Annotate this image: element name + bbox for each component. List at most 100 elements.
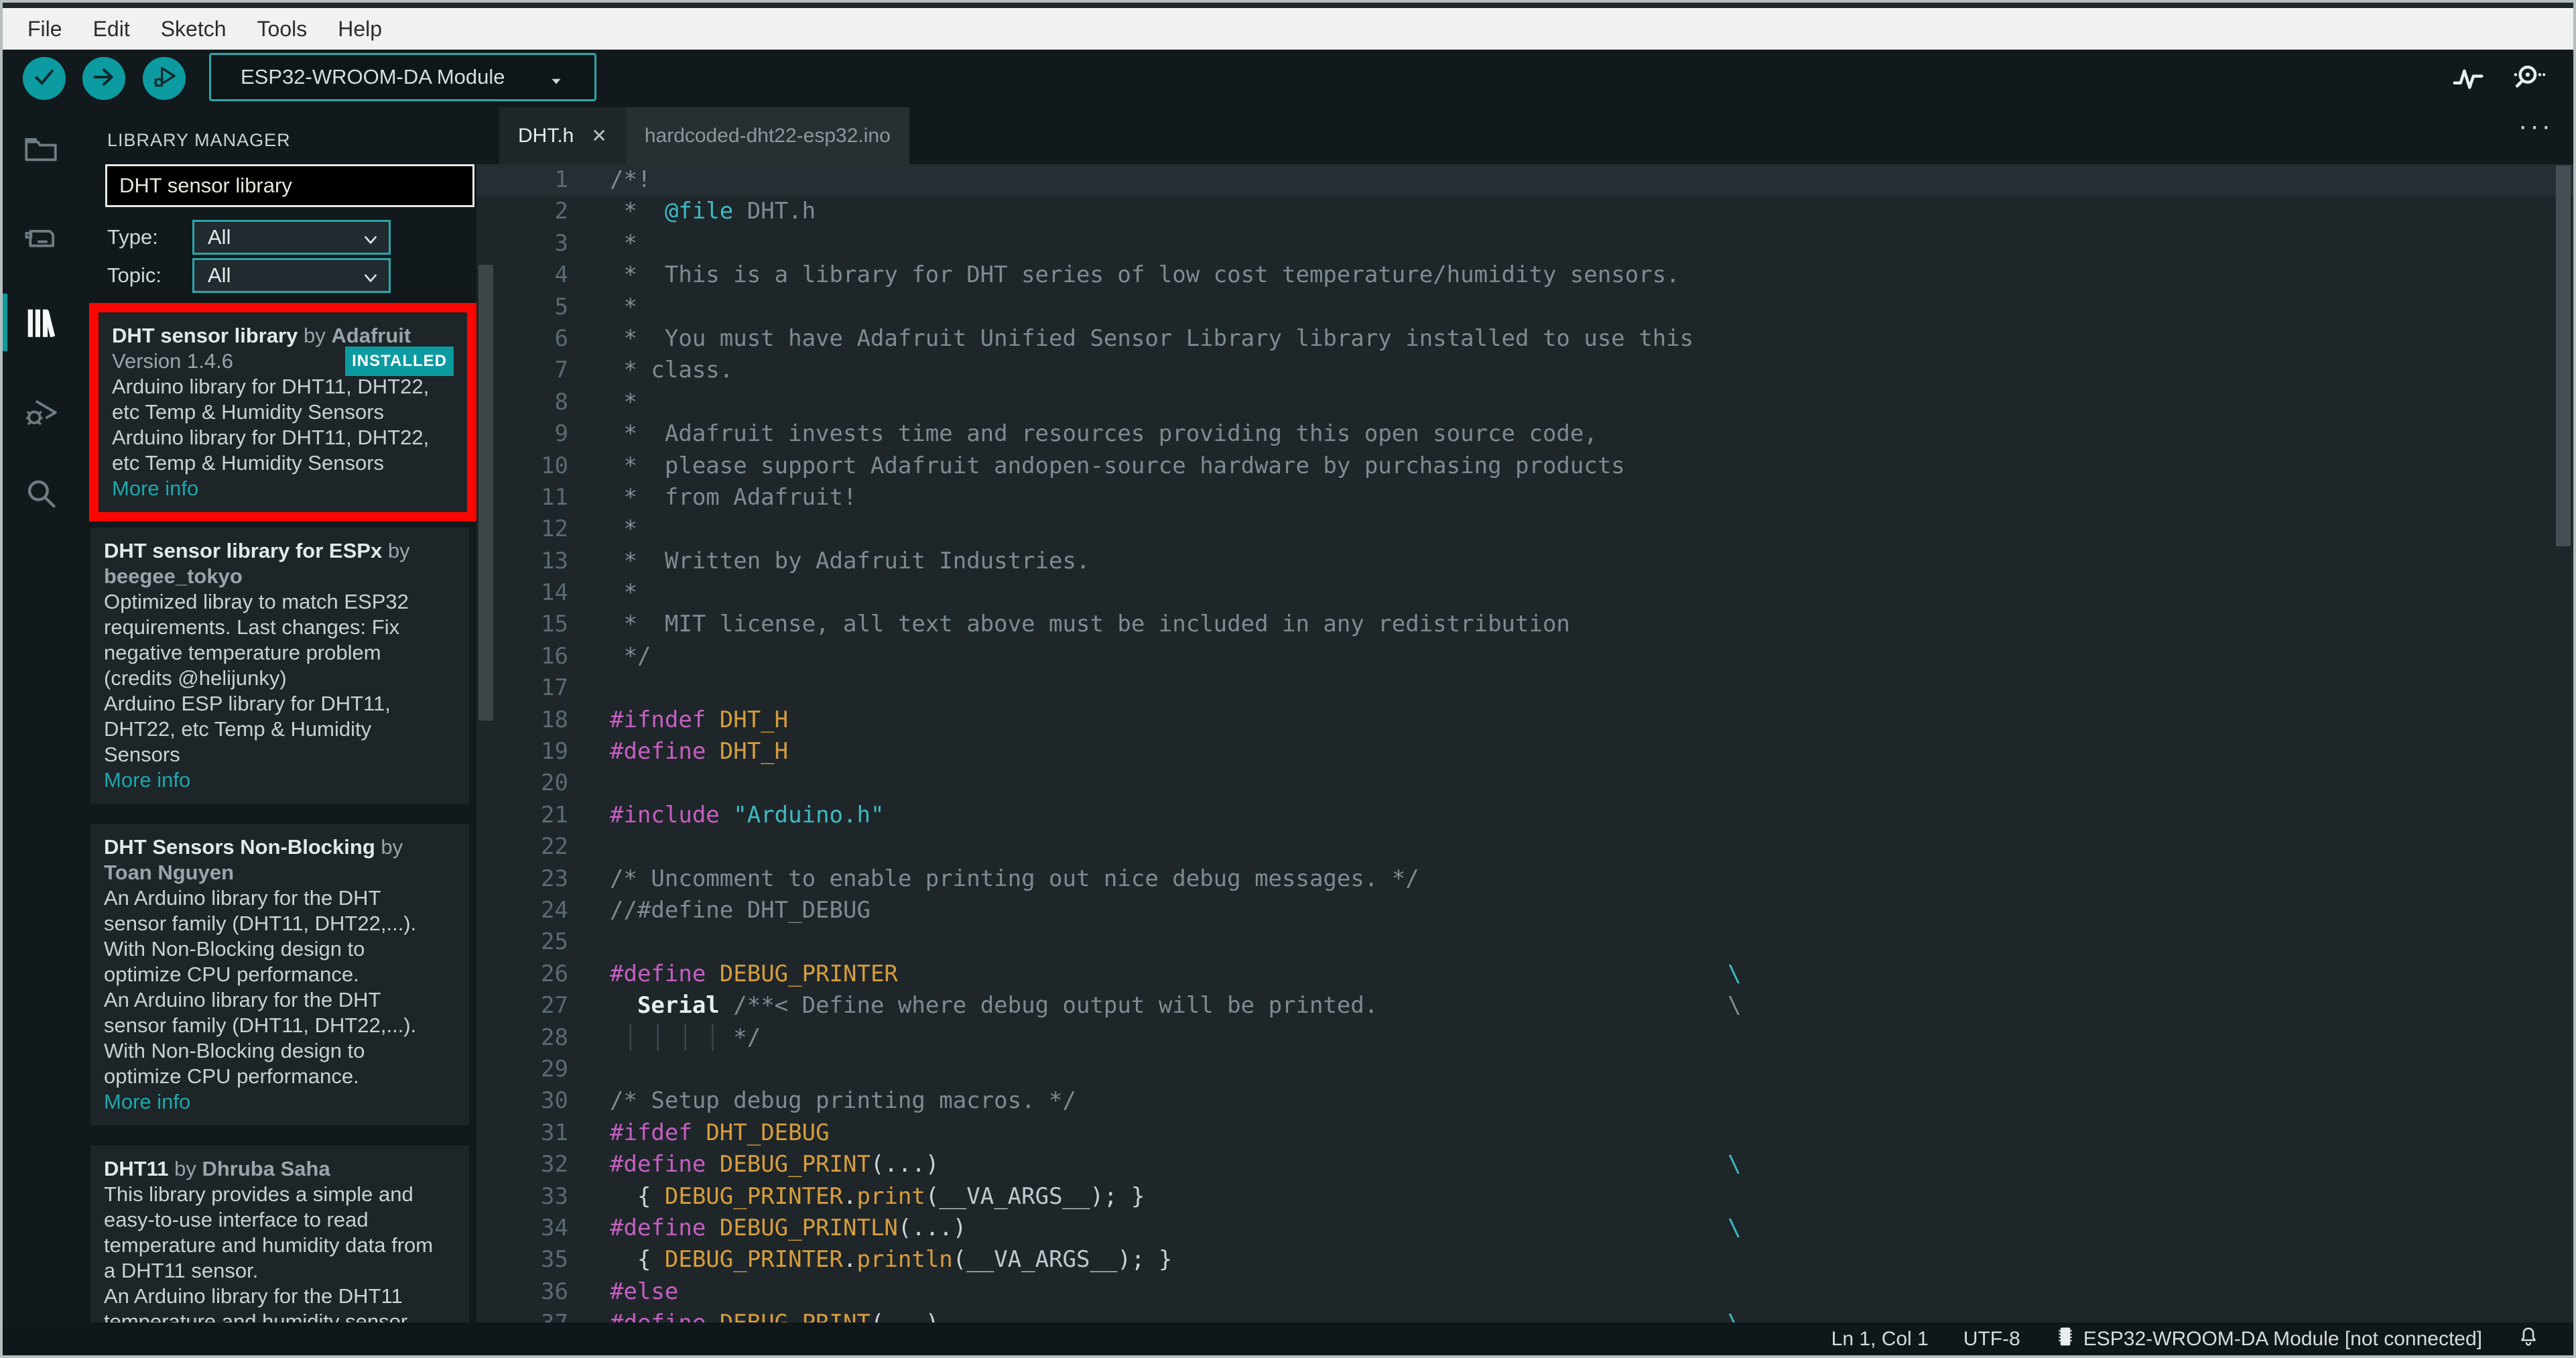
description-line: a DHT11 sensor. — [104, 1259, 259, 1282]
sidebar-item-sketchbook[interactable] — [21, 131, 60, 170]
close-icon[interactable]: ✕ — [591, 125, 606, 147]
chevron-down-icon — [548, 71, 565, 95]
library-search-input[interactable] — [105, 164, 474, 207]
code-token: * This is a library for DHT series of lo… — [610, 261, 1680, 289]
code-token: DEBUG_PRINTLN — [719, 1214, 898, 1241]
line-number: 36 — [541, 1278, 568, 1305]
tab-bar-more-actions[interactable]: ··· — [2518, 111, 2553, 141]
sidebar-item-library-manager[interactable] — [21, 303, 60, 342]
tab-label: DHT.h — [518, 124, 574, 147]
line-continuation-backslash: \ — [1728, 1214, 1742, 1241]
cursor-position[interactable]: Ln 1, Col 1 — [1831, 1328, 1929, 1351]
description-line: easy-to-use interface to read — [104, 1208, 369, 1231]
code-line: 3 * — [476, 228, 2573, 259]
code-token: @file — [664, 198, 734, 225]
description-line: optimize CPU performance. — [104, 963, 359, 986]
menu-item-help[interactable]: Help — [322, 17, 397, 42]
menu-item-tools[interactable]: Tools — [242, 17, 323, 42]
description-line: With Non-Blocking design to — [104, 937, 365, 961]
line-number: 33 — [541, 1182, 568, 1210]
library-entry-title: DHT Sensors Non-Blocking by Toan Nguyen — [104, 835, 403, 884]
code-token: DHT_H — [719, 738, 789, 765]
debug-button[interactable] — [143, 57, 186, 100]
code-line: 14 * — [476, 577, 2573, 609]
code-token: #define — [610, 1214, 706, 1241]
code-token: (...) — [871, 1310, 939, 1322]
code-token: //#define DHT_DEBUG — [610, 896, 871, 924]
boards-manager-icon — [21, 229, 60, 261]
topic-filter-dropdown[interactable]: All — [192, 258, 391, 293]
sketchbook-folder-icon — [21, 138, 60, 173]
search-icon — [21, 480, 60, 516]
library-entry-description: Arduino library for DHT11, DHT22, etc Tem… — [112, 374, 454, 476]
code-token: /* Uncomment to enable printing out nice… — [610, 865, 1419, 892]
line-number: 37 — [476, 1308, 568, 1322]
line-number: 22 — [541, 833, 568, 861]
serial-plotter-button[interactable] — [2450, 60, 2486, 97]
library-entry[interactable]: DHT sensor library by Adafruit Version 1… — [89, 303, 476, 521]
line-continuation-backslash: \ — [1728, 992, 1742, 1020]
line-number: 25 — [541, 928, 568, 956]
line-continuation-backslash: \ — [1728, 1308, 1741, 1322]
check-icon — [31, 64, 58, 94]
menu-item-edit[interactable]: Edit — [78, 17, 145, 42]
code-editor[interactable]: 1/*! 2 * @file DHT.h 3 * 4 * This is a libr… — [476, 164, 2573, 1322]
editor-tab-dht-h[interactable]: DHT.h ✕ — [499, 107, 626, 164]
description-line: An Arduino library for the DHT — [104, 886, 381, 910]
code-line: 36 #else — [476, 1276, 2573, 1308]
line-number: 28 — [541, 1024, 568, 1051]
right-arrow-icon — [90, 64, 117, 94]
code-token: #include — [610, 801, 720, 828]
debug-play-icon — [151, 64, 178, 94]
verify-button[interactable] — [23, 57, 66, 100]
code-token: Serial — [637, 992, 720, 1020]
sidebar-item-debug[interactable] — [21, 391, 60, 430]
code-line: 35 { DEBUG_PRINTER.println(__VA_ARGS__);… — [476, 1244, 2573, 1276]
board-selector-value: ESP32-WROOM-DA Module — [241, 65, 505, 88]
type-filter-dropdown[interactable]: All — [192, 220, 391, 255]
code-line: 2 * @file DHT.h — [476, 196, 2573, 227]
library-entry[interactable]: DHT Sensors Non-Blocking by Toan Nguyen … — [90, 824, 469, 1125]
code-token: /**< Define where debug output will be p… — [719, 992, 1378, 1020]
toolbar: ESP32-WROOM-DA Module — [3, 50, 2573, 107]
line-number: 3 — [554, 229, 568, 257]
library-panel-scrollbar[interactable] — [478, 265, 493, 721]
microcontroller-chip-icon — [2055, 1325, 2075, 1353]
encoding-indicator[interactable]: UTF-8 — [1963, 1328, 2020, 1351]
menu-item-sketch[interactable]: Sketch — [145, 17, 242, 42]
code-token: DHT.h — [733, 198, 816, 225]
code-line: 9 * Adafruit invests time and resources … — [476, 418, 2573, 450]
code-token: ); } — [1117, 1246, 1173, 1274]
code-token: . — [843, 1246, 857, 1274]
description-line: Arduino library for DHT11, DHT22, — [112, 375, 430, 398]
code-token: */ — [733, 1024, 761, 1051]
sidebar-item-boards-manager[interactable] — [21, 220, 60, 259]
board-status[interactable]: ESP32-WROOM-DA Module [not connected] — [2055, 1325, 2482, 1353]
code-token: #define — [610, 1310, 706, 1322]
sidebar-item-search[interactable] — [21, 475, 60, 513]
filter-value: All — [208, 263, 231, 287]
board-selector-dropdown[interactable]: ESP32-WROOM-DA Module — [209, 53, 596, 101]
more-info-link[interactable]: More info — [104, 1089, 456, 1115]
code-line: 5 * — [476, 292, 2573, 323]
editor-tab-hardcoded-dht22-esp32-ino[interactable]: hardcoded-dht22-esp32.ino — [625, 107, 909, 164]
more-info-link[interactable]: More info — [104, 767, 456, 793]
library-entry-title: DHT sensor library for ESPx by beegee_to… — [104, 539, 410, 588]
library-entry[interactable]: DHT sensor library for ESPx by beegee_to… — [90, 528, 469, 804]
library-entry[interactable]: DHT11 by Dhruba Saha This library provid… — [90, 1146, 469, 1322]
code-token: print — [856, 1182, 925, 1210]
tab-label: hardcoded-dht22-esp32.ino — [644, 124, 891, 147]
code-line: 13 * Written by Adafruit Industries. — [476, 546, 2573, 577]
notifications-bell-icon[interactable] — [2517, 1325, 2540, 1353]
library-manager-panel: LIBRARY MANAGER Type: All Topic: All DHT… — [77, 107, 476, 1322]
code-line: 26 #define DEBUG_PRINTER \ — [476, 959, 2573, 990]
editor-scrollbar[interactable] — [2556, 166, 2571, 546]
more-info-link[interactable]: More info — [112, 476, 454, 501]
upload-button[interactable] — [82, 57, 125, 100]
serial-monitor-button[interactable] — [2510, 60, 2547, 97]
library-list: DHT sensor library by Adafruit Version 1… — [77, 303, 476, 1322]
menu-item-file[interactable]: File — [12, 17, 78, 42]
